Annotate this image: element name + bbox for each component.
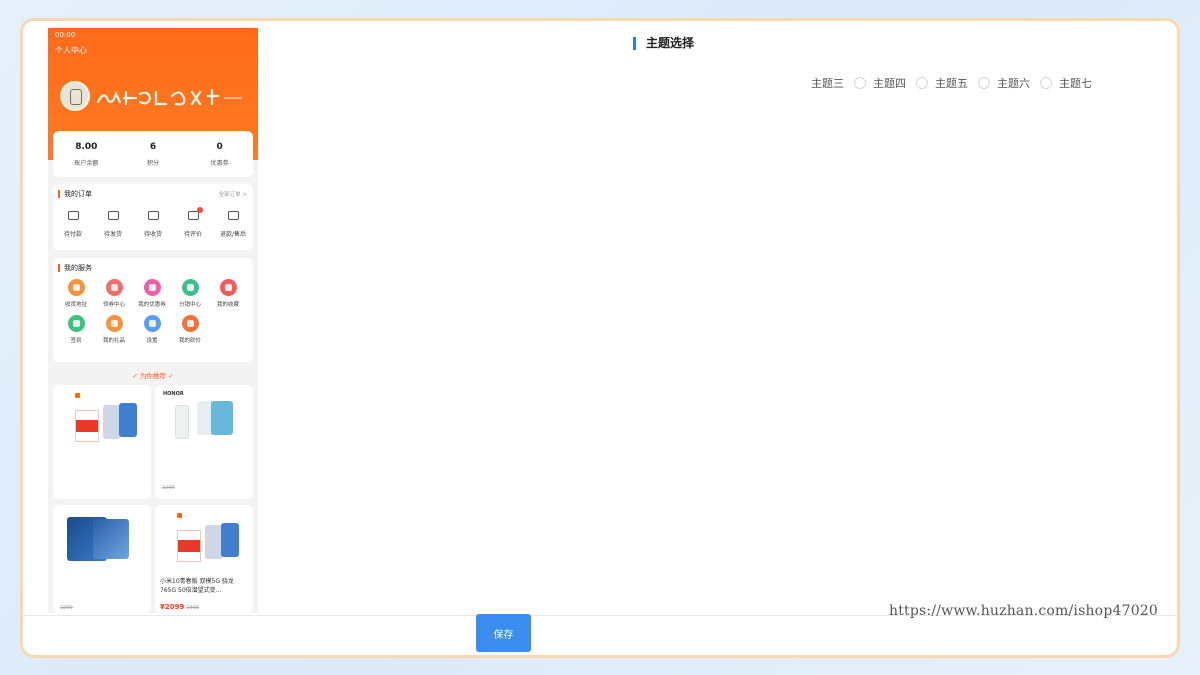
- service-settings[interactable]: 设置: [133, 315, 171, 344]
- service-favorites[interactable]: 我的收藏: [209, 279, 247, 308]
- service-checkin[interactable]: 签到: [57, 315, 95, 344]
- product-card[interactable]: 小米10青春版 双模5G 骁龙765G 50倍潜望式变... ¥2099 2399: [155, 505, 253, 613]
- services-grid: 收货地址 领券中心 我的优惠券 分销中心 我的收藏 签到 我的礼品 设置 我的砍…: [57, 279, 249, 344]
- all-orders-link[interactable]: 全部订单 >: [219, 190, 247, 198]
- product-image: HONOR: [155, 385, 253, 457]
- order-pending-receipt[interactable]: 待收货: [134, 211, 172, 238]
- heart-icon: [219, 279, 237, 296]
- theme-options: 主题三 主题四 主题五 主题六 主题七: [811, 75, 1102, 91]
- calendar-icon: [67, 315, 85, 332]
- watermark-url: https://www.huzhan.com/ishop47020: [889, 603, 1159, 619]
- service-my-coupons[interactable]: 我的优惠券: [133, 279, 171, 308]
- gear-icon: [143, 315, 161, 332]
- radio-button[interactable]: [978, 77, 990, 89]
- service-bargain[interactable]: 我的砍价: [171, 315, 209, 344]
- brand-logo-icon: [75, 393, 80, 398]
- bargain-icon: [181, 315, 199, 332]
- main-panel: 00:00 个人中心 8.00 账户余额 6 积分 0 优惠券 我的订单 全部订…: [20, 18, 1180, 658]
- theme-option-3[interactable]: 主题三: [811, 75, 844, 91]
- truck-icon: [147, 211, 159, 220]
- phone-back-icon: [175, 405, 189, 439]
- account-stats: 8.00 账户余额 6 积分 0 优惠券: [53, 131, 253, 177]
- radio-button[interactable]: [1040, 77, 1052, 89]
- service-distribution[interactable]: 分销中心: [171, 279, 209, 308]
- save-button[interactable]: 保存: [476, 614, 531, 652]
- theme-option-6[interactable]: 主题六: [978, 75, 1030, 91]
- service-gifts[interactable]: 我的礼品: [95, 315, 133, 344]
- stat-balance[interactable]: 8.00 账户余额: [56, 142, 116, 167]
- product-card[interactable]: 2299: [53, 505, 151, 613]
- avatar: [60, 81, 90, 111]
- product-image: [53, 505, 151, 577]
- wallet-icon: [67, 211, 79, 220]
- package-icon: [107, 211, 119, 220]
- orders-card: 我的订单 全部订单 > 待付款 待发货 待收货 待评价 退款/售后: [53, 184, 253, 250]
- status-time: 00:00: [55, 31, 76, 39]
- theme-section-title: 主题选择: [633, 37, 694, 50]
- phone-preview: 00:00 个人中心 8.00 账户余额 6 积分 0 优惠券 我的订单 全部订…: [48, 28, 258, 613]
- radio-button[interactable]: [916, 77, 928, 89]
- radio-button[interactable]: [854, 77, 866, 89]
- order-pending-payment[interactable]: 待付款: [54, 211, 92, 238]
- theme-option-7[interactable]: 主题七: [1040, 75, 1092, 91]
- brand-label: HONOR: [163, 391, 184, 397]
- service-address[interactable]: 收货地址: [57, 279, 95, 308]
- promo-sticker: [177, 530, 201, 562]
- order-refund[interactable]: 退款/售后: [214, 211, 252, 238]
- product-card[interactable]: HONOR 2299: [155, 385, 253, 499]
- theme-option-5[interactable]: 主题五: [916, 75, 968, 91]
- product-card[interactable]: [53, 385, 151, 499]
- stat-points[interactable]: 6 积分: [123, 142, 183, 167]
- refund-icon: [227, 211, 239, 220]
- location-icon: [67, 279, 85, 296]
- brand-logo-icon: [177, 513, 182, 518]
- product-image: [53, 385, 151, 457]
- page-title: 个人中心: [55, 46, 87, 55]
- services-title: 我的服务: [58, 264, 92, 272]
- recommend-title: ✓ 为你推荐 ✓: [132, 372, 174, 380]
- order-pending-shipment[interactable]: 待发货: [94, 211, 132, 238]
- gift-icon: [105, 315, 123, 332]
- username-signature: [96, 88, 242, 106]
- phone-front-icon: [221, 523, 239, 557]
- order-pending-review[interactable]: 待评价: [174, 207, 212, 238]
- service-coupon-center[interactable]: 领券中心: [95, 279, 133, 308]
- theme-option-4[interactable]: 主题四: [854, 75, 906, 91]
- orders-title: 我的订单: [58, 190, 92, 198]
- phone-front-icon: [93, 519, 129, 559]
- phone-front-icon: [119, 403, 137, 437]
- services-card: 我的服务 收货地址 领券中心 我的优惠券 分销中心 我的收藏 签到 我的礼品 设…: [53, 258, 253, 362]
- share-icon: [181, 279, 199, 296]
- comment-icon: [187, 211, 199, 220]
- phone-front-icon: [211, 401, 233, 435]
- ticket-icon: [105, 279, 123, 296]
- promo-sticker: [75, 410, 99, 442]
- coupon-icon: [143, 279, 161, 296]
- notification-badge: [197, 207, 203, 213]
- product-image: [155, 505, 253, 577]
- stat-coupons[interactable]: 0 优惠券: [190, 142, 250, 167]
